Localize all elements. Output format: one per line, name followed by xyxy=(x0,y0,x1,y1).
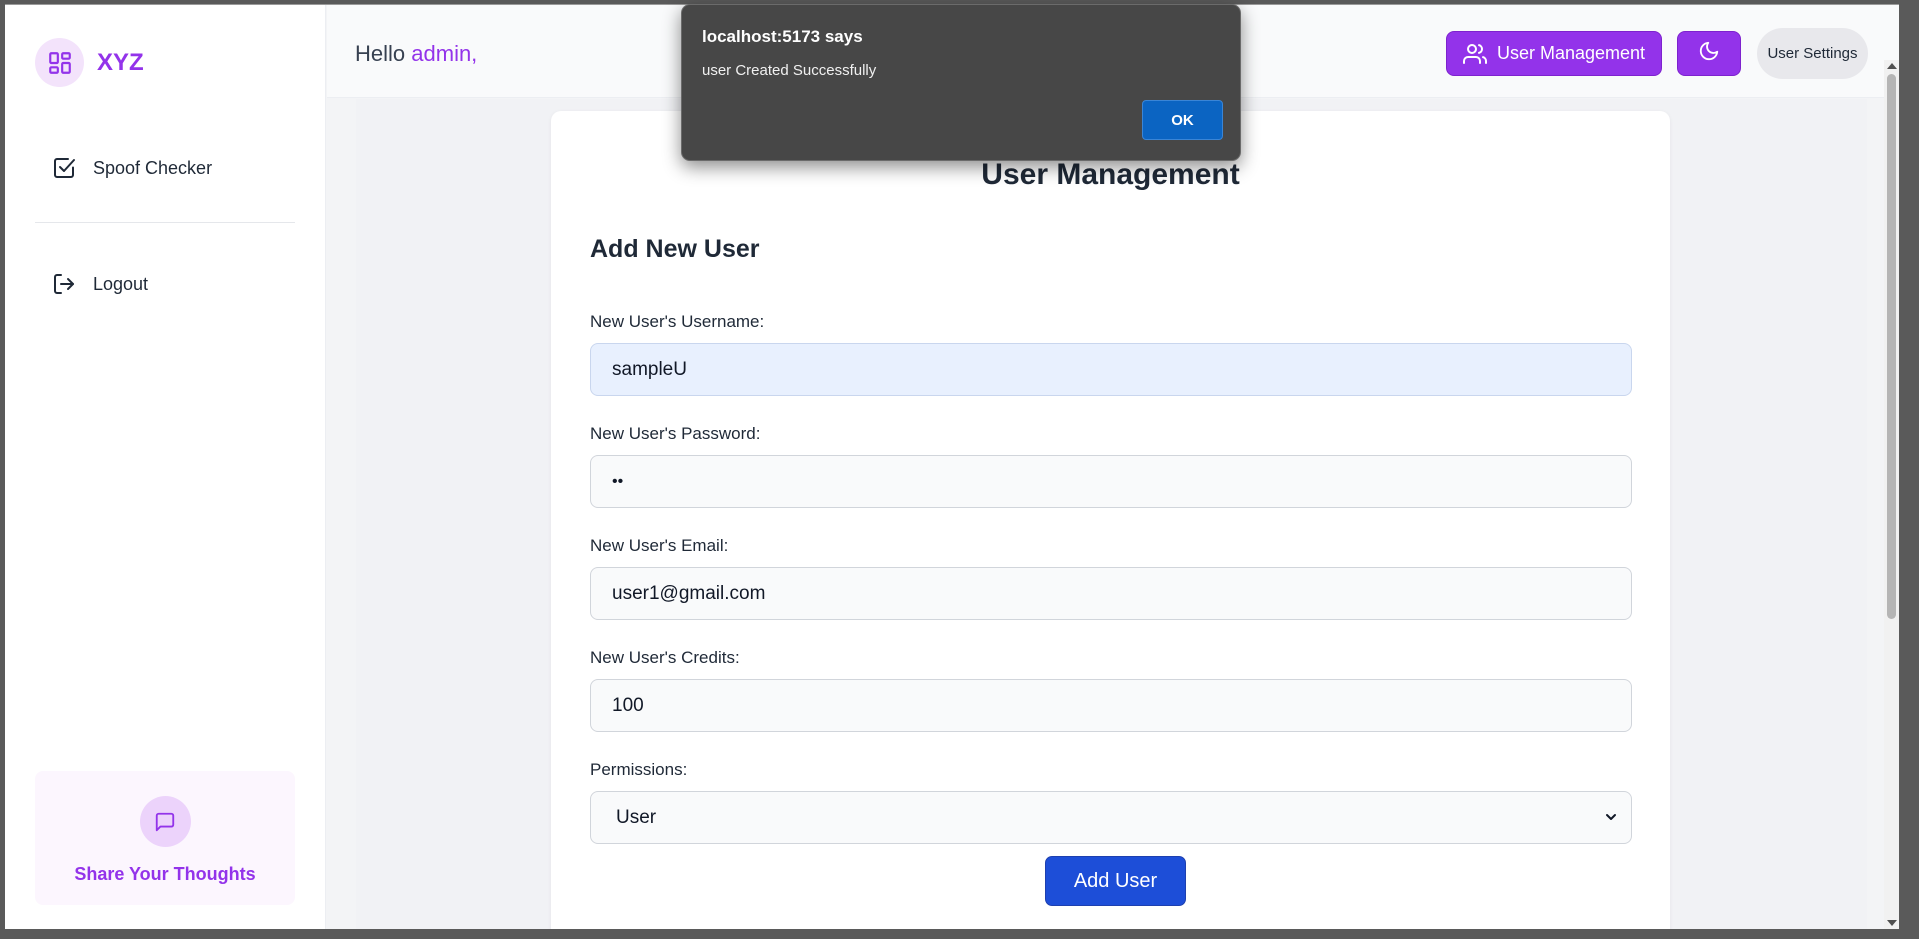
sidebar-item-logout[interactable]: Logout xyxy=(51,271,148,297)
sidebar-item-label: Spoof Checker xyxy=(93,157,213,178)
alert-dialog: localhost:5173 says user Created Success… xyxy=(681,4,1241,161)
greeting-text: Hello xyxy=(355,41,406,66)
brand-name: XYZ xyxy=(97,48,144,76)
sidebar: XYZ Spoof Checker Logout Share Your Thou… xyxy=(5,5,326,929)
scroll-down-icon[interactable] xyxy=(1887,920,1897,926)
dialog-ok-button[interactable]: OK xyxy=(1142,100,1223,140)
share-thoughts-label: Share Your Thoughts xyxy=(74,864,256,884)
moon-icon xyxy=(1698,40,1720,67)
user-management-button[interactable]: User Management xyxy=(1446,31,1662,76)
add-user-button[interactable]: Add User xyxy=(1045,856,1186,906)
email-input[interactable]: user1@gmail.com xyxy=(590,567,1632,620)
permissions-select[interactable]: User xyxy=(590,791,1632,844)
dialog-message: user Created Successfully xyxy=(702,62,877,79)
users-icon xyxy=(1462,42,1487,66)
message-icon xyxy=(139,796,191,847)
logout-icon xyxy=(51,271,77,297)
scroll-thumb[interactable] xyxy=(1887,74,1896,619)
password-label: New User's Password: xyxy=(590,424,761,443)
share-thoughts-button[interactable]: Share Your Thoughts xyxy=(35,771,295,905)
email-value: user1@gmail.com xyxy=(612,582,766,604)
greeting: Hello admin, xyxy=(355,41,477,67)
password-input[interactable]: •• xyxy=(590,455,1632,508)
main-content: User Management Add New User New User's … xyxy=(356,99,1867,929)
credits-label: New User's Credits: xyxy=(590,648,740,667)
user-management-label: User Management xyxy=(1496,43,1646,63)
sidebar-divider xyxy=(35,222,295,223)
scroll-up-icon[interactable] xyxy=(1887,63,1897,69)
username-value: sampleU xyxy=(612,358,687,380)
user-management-card: User Management Add New User New User's … xyxy=(551,111,1670,929)
username-label: New User's Username: xyxy=(590,312,765,331)
email-label: New User's Email: xyxy=(590,536,729,555)
chevron-down-icon xyxy=(1603,809,1619,825)
permissions-label: Permissions: xyxy=(590,760,688,779)
username-input[interactable]: sampleU xyxy=(590,343,1632,396)
checkbox-icon xyxy=(51,155,77,181)
sidebar-item-label: Logout xyxy=(93,273,149,294)
user-settings-button[interactable]: User Settings xyxy=(1757,28,1868,79)
section-title: Add New User xyxy=(590,235,760,263)
dashboard-icon xyxy=(35,38,84,87)
credits-input[interactable]: 100 xyxy=(590,679,1632,732)
dialog-title: localhost:5173 says xyxy=(702,27,863,46)
sidebar-item-spoof-checker[interactable]: Spoof Checker xyxy=(51,155,212,181)
page-title: User Management xyxy=(981,158,1240,191)
theme-toggle-button[interactable] xyxy=(1677,31,1741,76)
greeting-username: admin, xyxy=(411,41,478,66)
page-scrollbar[interactable] xyxy=(1884,60,1899,929)
permissions-value: User xyxy=(616,806,657,828)
brand-logo[interactable]: XYZ xyxy=(35,38,144,87)
password-value: •• xyxy=(612,472,624,490)
credits-value: 100 xyxy=(612,694,644,716)
